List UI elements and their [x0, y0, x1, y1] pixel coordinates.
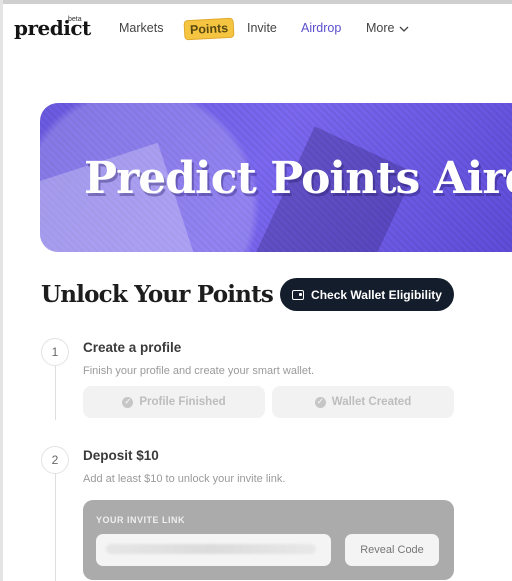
step-description: Add at least $10 to unlock your invite l…: [83, 473, 286, 485]
nav-airdrop[interactable]: Airdrop: [301, 21, 341, 35]
step-number: 1: [41, 338, 69, 366]
step-description: Finish your profile and create your smar…: [83, 365, 315, 377]
check-icon: ✓: [122, 396, 134, 408]
step-title: Deposit $10: [83, 448, 159, 463]
beta-tag: beta: [68, 16, 82, 23]
invite-link-label: YOUR INVITE LINK: [96, 515, 186, 525]
check-icon: ✓: [314, 396, 326, 408]
section-title: Unlock Your Points: [41, 281, 274, 308]
browser-frame-left: [0, 0, 3, 581]
profile-finished-pill: ✓ Profile Finished: [83, 386, 265, 418]
check-wallet-eligibility-button[interactable]: Check Wallet Eligibility: [280, 278, 454, 311]
step-title: Create a profile: [83, 340, 182, 355]
step-connector: [55, 366, 56, 420]
invite-link-field[interactable]: [96, 534, 331, 566]
nav-markets[interactable]: Markets: [119, 21, 163, 35]
chevron-down-icon: [400, 26, 409, 32]
pill-label: Wallet Created: [331, 396, 412, 408]
blurred-link: [106, 544, 316, 554]
airdrop-banner: Predict Points Aird: [40, 103, 512, 252]
browser-frame-top: [0, 0, 512, 4]
reveal-code-button[interactable]: Reveal Code: [345, 534, 439, 566]
banner-title: Predict Points Aird: [84, 153, 512, 204]
nav-points[interactable]: Points: [183, 17, 235, 41]
nav-more[interactable]: More: [366, 21, 409, 35]
top-nav: predict beta Markets Points Invite Airdr…: [0, 6, 512, 50]
invite-link-panel: YOUR INVITE LINK Reveal Code: [83, 500, 454, 580]
nav-invite[interactable]: Invite: [247, 21, 277, 35]
wallet-created-pill: ✓ Wallet Created: [272, 386, 454, 418]
check-wallet-label: Check Wallet Eligibility: [311, 287, 442, 302]
wallet-icon: [292, 289, 305, 300]
nav-more-label: More: [366, 21, 395, 35]
step-number: 2: [41, 446, 69, 474]
step-connector: [55, 474, 56, 581]
pill-label: Profile Finished: [139, 396, 226, 408]
